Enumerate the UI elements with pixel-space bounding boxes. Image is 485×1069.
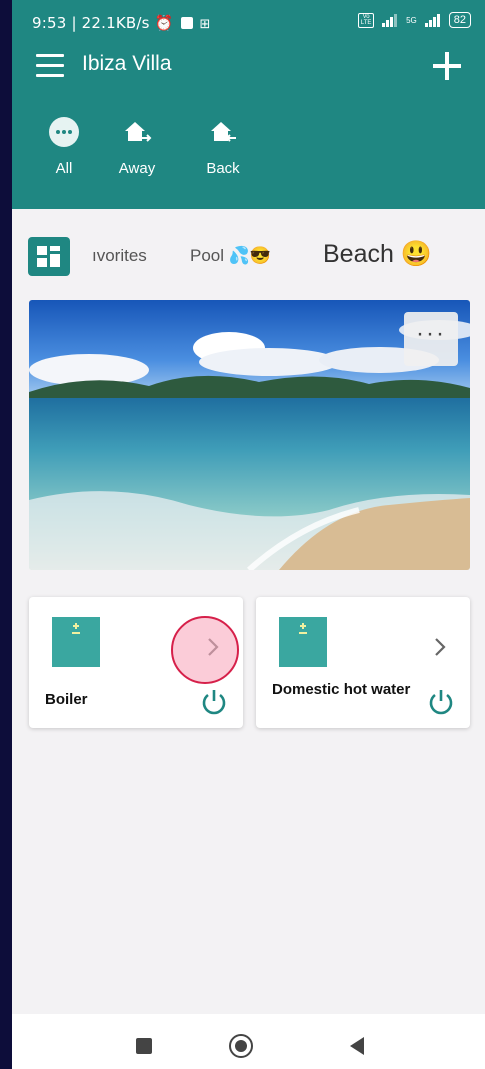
scene-label: Back [206,160,240,177]
boiler-icon [52,617,100,667]
volte-icon: Vo LTE [358,12,375,28]
hamburger-icon[interactable] [36,54,64,78]
scene-label: Away [118,160,156,177]
signal-icon [380,13,400,27]
scene-back[interactable]: Back [188,116,258,177]
status-time-speed: 9:53 | 22.1KB/s [32,14,150,32]
add-button[interactable] [431,50,463,82]
notification-icon [180,17,193,29]
battery-icon: 82 [448,12,471,28]
home-icon[interactable] [228,1033,254,1059]
status-indicators: Vo LTE 5G 82 [358,12,471,28]
tab-beach[interactable]: Beach 😃 [323,240,432,269]
room-cover-image: ··· [29,300,470,570]
home-away-icon [121,116,153,148]
alarm-icon: ⏰ [154,14,174,32]
back-icon[interactable] [349,1036,365,1056]
power-icon[interactable] [199,686,229,716]
signal-5g-icon [423,13,443,27]
device-name: Boiler [45,691,88,708]
tab-favorites[interactable]: ıvorites [92,246,147,266]
more-dots-icon [48,116,80,148]
power-icon[interactable] [426,686,456,716]
tab-pool[interactable]: Pool 💦😎 [190,246,271,266]
app-screen: 9:53 | 22.1KB/s ⏰ ⊞ Vo LTE 5G 82 Ibiza Vi… [12,0,485,1069]
hero-menu-button[interactable]: ··· [404,312,458,366]
room-tabs: ıvorites Pool 💦😎 Beach 😃 [12,232,485,278]
scene-all[interactable]: All [29,116,99,177]
dashboard-grid-icon[interactable] [28,237,70,276]
chevron-right-icon[interactable] [428,635,452,659]
app-header: 9:53 | 22.1KB/s ⏰ ⊞ Vo LTE 5G 82 Ibiza Vi… [12,0,485,209]
touch-indicator [171,616,239,684]
app-icon: ⊞ [199,17,211,32]
status-bar: 9:53 | 22.1KB/s ⏰ ⊞ [32,14,211,32]
scene-away[interactable]: Away [102,116,172,177]
recent-apps-icon[interactable] [136,1038,152,1054]
home-back-icon [207,116,239,148]
system-nav-bar [12,1014,485,1069]
device-card-domestic-hot-water[interactable]: Domestic hot water [256,597,470,728]
scene-label: All [55,160,73,177]
water-heater-icon [279,617,327,667]
device-name: Domestic hot water [272,681,411,698]
page-title: Ibiza Villa [82,52,172,75]
network-type: 5G [406,15,417,25]
